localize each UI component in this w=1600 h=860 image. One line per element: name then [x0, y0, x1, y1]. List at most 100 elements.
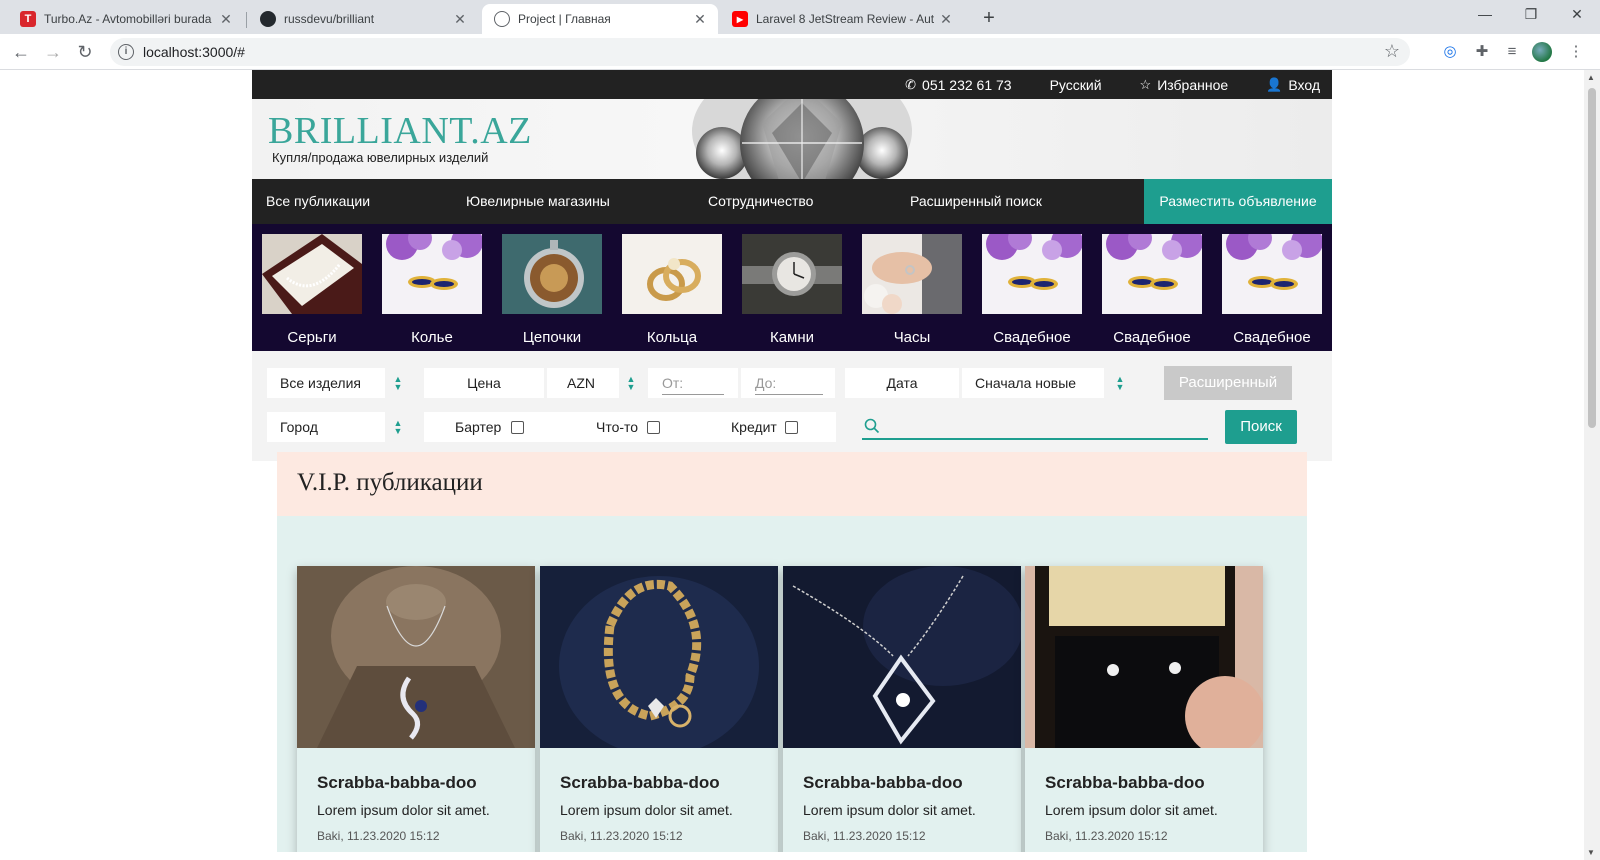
listing-card[interactable]: Scrabba-babba-doo Lorem ipsum dolor sit …	[297, 566, 535, 852]
wristwatch-photo	[742, 234, 842, 314]
top-utility-bar: ✆ 051 232 61 73 Русский ☆ Избранное 👤 Вх…	[252, 70, 1332, 99]
barter-checkbox[interactable]	[511, 420, 524, 434]
kebab-menu-icon[interactable]: ⋮	[1566, 42, 1586, 62]
new-tab-icon[interactable]: +	[976, 6, 1002, 32]
browser-tab-bar: T Turbo.Az - Avtomobillәri burada ✕ russ…	[0, 0, 1600, 34]
something-checkbox[interactable]	[647, 420, 660, 434]
user-icon: 👤	[1266, 76, 1283, 92]
rings-flowers-photo	[1222, 226, 1323, 314]
close-icon[interactable]: ✕	[452, 11, 468, 28]
browser-tab-project[interactable]: Project | Главная ✕	[482, 4, 718, 34]
credit-label: Кредит	[731, 419, 777, 435]
favorites-link[interactable]: ☆ Избранное	[1140, 77, 1229, 93]
browser-tab-youtube[interactable]: ▶ Laravel 8 JetStream Review - Aut ✕	[720, 4, 964, 34]
gold-rings-photo	[622, 234, 722, 314]
listing-card[interactable]: Scrabba-babba-doo Lorem ipsum dolor sit …	[540, 566, 778, 852]
category-item[interactable]: Свадебное	[1102, 226, 1203, 346]
category-item[interactable]: Колье	[382, 226, 483, 346]
card-title: Scrabba-babba-doo	[803, 773, 963, 792]
restore-icon[interactable]: ❐	[1508, 0, 1554, 30]
tab-title: Project | Главная	[518, 12, 611, 26]
city-select[interactable]: Город	[267, 412, 385, 442]
scroll-up-icon[interactable]: ▲	[1587, 73, 1595, 82]
search-button[interactable]: Поиск	[1225, 410, 1297, 444]
tab-title: russdevu/brilliant	[284, 12, 375, 26]
category-label: Серьги	[287, 329, 337, 346]
scroll-down-icon[interactable]: ▼	[1587, 848, 1595, 857]
pearl-necklace-photo	[262, 234, 362, 314]
phone-link[interactable]: ✆ 051 232 61 73	[905, 77, 1011, 93]
close-icon[interactable]: ✕	[938, 11, 954, 28]
price-to-field[interactable]: До:	[741, 368, 835, 398]
card-meta: Baki, 11.23.2020 15:12	[317, 829, 440, 843]
currency-value: AZN	[567, 375, 595, 391]
nav-all-publications[interactable]: Все публикации	[266, 179, 370, 224]
close-icon[interactable]: ✕	[692, 11, 708, 28]
browser-toolbar: ← → ↻ i localhost:3000/# ☆ ◎ ✚ ≡ ⋮	[0, 34, 1600, 70]
category-label: Часы	[893, 329, 931, 346]
credit-checkbox[interactable]	[785, 420, 798, 434]
category-label: Колье	[411, 329, 453, 346]
diamond-earrings-box-photo	[1025, 566, 1265, 756]
search-input[interactable]	[862, 412, 1208, 440]
gold-bracelet-photo	[540, 566, 778, 756]
pocket-watch-photo	[502, 234, 602, 314]
card-description: Lorem ipsum dolor sit amet.	[803, 802, 976, 818]
extension-icon[interactable]: ◎	[1440, 42, 1460, 62]
category-item[interactable]: Свадебное	[1222, 226, 1323, 346]
vip-section: V.I.P. публикации Scrabba-babba-doo Lore…	[277, 452, 1307, 852]
site-logo[interactable]: BRILLIANT.AZ	[268, 109, 532, 153]
login-link[interactable]: 👤 Вход	[1266, 77, 1320, 93]
window-close-icon[interactable]: ✕	[1554, 0, 1600, 30]
post-ad-button[interactable]: Разместить объявление	[1144, 179, 1332, 224]
tab-separator	[246, 12, 247, 28]
advanced-filter-button[interactable]: Расширенный	[1164, 366, 1292, 400]
listing-card[interactable]: Scrabba-babba-doo Lorem ipsum dolor sit …	[783, 566, 1023, 852]
product-select-value: Все изделия	[280, 375, 362, 391]
media-icon[interactable]: ≡	[1502, 42, 1522, 62]
nav-jewelry-stores[interactable]: Ювелирные магазины	[466, 179, 610, 224]
forward-icon[interactable]: →	[42, 41, 64, 63]
currency-select[interactable]: AZN	[547, 368, 619, 398]
category-item[interactable]: Цепочки	[502, 234, 602, 346]
scrollbar-thumb[interactable]	[1588, 88, 1596, 428]
sort-select[interactable]: Сначала новые	[962, 368, 1104, 398]
site-header: BRILLIANT.AZ Купля/продажа ювелирных изд…	[252, 99, 1332, 179]
listing-card[interactable]: Scrabba-babba-doo Lorem ipsum dolor sit …	[1025, 566, 1265, 852]
star-icon: ☆	[1139, 76, 1152, 92]
category-item[interactable]: Камни	[742, 234, 842, 346]
browser-tab-turbo[interactable]: T Turbo.Az - Avtomobillәri burada ✕	[8, 4, 244, 34]
language-label: Русский	[1049, 76, 1102, 93]
bookmark-star-icon[interactable]: ☆	[1384, 41, 1400, 62]
reload-icon[interactable]: ↻	[74, 41, 96, 63]
browser-tab-github[interactable]: russdevu/brilliant ✕	[248, 4, 478, 34]
info-icon[interactable]: i	[118, 44, 134, 60]
address-bar[interactable]: i localhost:3000/# ☆	[110, 38, 1410, 66]
card-description: Lorem ipsum dolor sit amet.	[560, 802, 733, 818]
nav-advanced-search[interactable]: Расширенный поиск	[910, 179, 1042, 224]
nav-cooperation[interactable]: Сотрудничество	[708, 179, 813, 224]
category-item[interactable]: Часы	[862, 234, 962, 346]
card-title: Scrabba-babba-doo	[1045, 773, 1205, 792]
category-item[interactable]: Кольца	[622, 234, 722, 346]
language-switch[interactable]: Русский	[1050, 77, 1102, 93]
avatar[interactable]	[1532, 42, 1552, 62]
select-arrows-icon: ▲ ▼	[626, 374, 636, 392]
minimize-icon[interactable]: —	[1462, 0, 1508, 30]
category-label: Свадебное	[1113, 329, 1191, 346]
category-label: Камни	[769, 329, 815, 346]
vip-heading: V.I.P. публикации	[277, 452, 1307, 516]
product-select[interactable]: Все изделия	[267, 368, 385, 398]
category-item[interactable]: Серьги	[262, 234, 362, 346]
category-item[interactable]: Свадебное	[982, 226, 1083, 346]
globe-icon	[494, 11, 510, 27]
price-label: Цена	[424, 368, 544, 398]
close-icon[interactable]: ✕	[218, 11, 234, 28]
city-select-value: Город	[280, 419, 318, 435]
page-scrollbar[interactable]: ▲ ▼	[1584, 70, 1600, 860]
puzzle-icon[interactable]: ✚	[1472, 42, 1492, 62]
select-arrows-icon: ▲ ▼	[393, 418, 403, 436]
category-label: Кольца	[646, 329, 698, 346]
price-from-field[interactable]: От:	[648, 368, 738, 398]
back-icon[interactable]: ←	[10, 41, 32, 63]
